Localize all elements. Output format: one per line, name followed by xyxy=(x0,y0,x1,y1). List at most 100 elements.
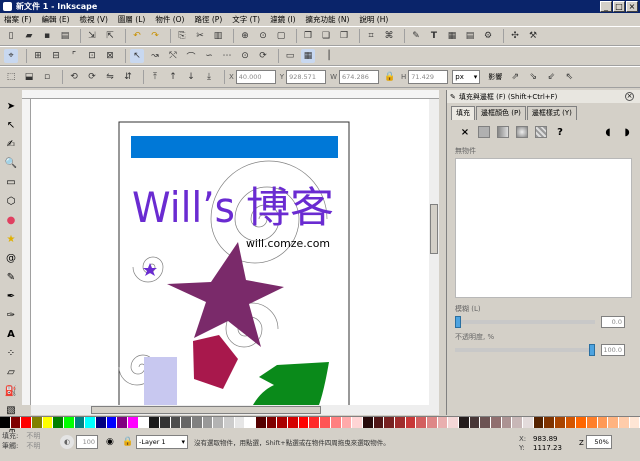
export-icon[interactable]: ⇱ xyxy=(103,29,117,43)
palette-swatch[interactable] xyxy=(533,417,545,428)
pencil-icon[interactable]: ✎ xyxy=(3,269,19,285)
snap-bbox-midpoint-icon[interactable]: ⊡ xyxy=(85,49,99,63)
transform-gradients-icon[interactable]: ⇙ xyxy=(544,70,558,84)
palette-swatch[interactable] xyxy=(576,417,587,428)
lower-icon[interactable]: ↓ xyxy=(184,70,198,84)
maximize-button[interactable]: □ xyxy=(613,1,625,12)
ellipse-icon[interactable]: ● xyxy=(3,212,19,228)
palette-swatch[interactable] xyxy=(416,417,427,428)
unset-paint-icon[interactable]: ? xyxy=(554,126,566,138)
blur-slider-knob[interactable] xyxy=(455,316,461,328)
palette-swatch[interactable] xyxy=(32,417,43,428)
zoom-field[interactable]: 50% xyxy=(585,435,612,449)
stroke-value[interactable]: 不明 xyxy=(26,441,40,451)
palette-swatch[interactable] xyxy=(629,417,640,428)
palette-swatch[interactable] xyxy=(234,417,246,428)
save-icon[interactable]: ▪ xyxy=(40,29,54,43)
eraser-icon[interactable]: ▱ xyxy=(3,364,19,380)
snap-bbox-icon[interactable]: ⊞ xyxy=(31,49,45,63)
snap-smooth-icon[interactable]: ∽ xyxy=(202,49,216,63)
star-icon[interactable]: ★ xyxy=(3,231,19,247)
palette-swatch[interactable] xyxy=(0,417,11,428)
palette-swatch[interactable] xyxy=(256,417,267,428)
palette-swatch[interactable] xyxy=(213,417,225,428)
palette-swatch[interactable] xyxy=(448,417,459,428)
opacity-slider[interactable] xyxy=(455,344,595,356)
menu-filters[interactable]: 濾鏡 (I) xyxy=(270,14,295,25)
palette-swatch[interactable] xyxy=(288,417,299,428)
rotate-cw-icon[interactable]: ⟳ xyxy=(85,70,99,84)
menu-path[interactable]: 路徑 (P) xyxy=(194,14,222,25)
palette-swatch[interactable] xyxy=(10,417,22,428)
x-field[interactable]: 40.000 xyxy=(235,70,276,84)
snap-intersection-icon[interactable]: ⤲ xyxy=(166,49,180,63)
palette-swatch[interactable] xyxy=(128,417,139,428)
selector-icon[interactable]: ➤ xyxy=(3,98,19,114)
flat-color-icon[interactable] xyxy=(478,126,490,138)
no-paint-icon[interactable]: × xyxy=(459,126,471,138)
rotate-ccw-icon[interactable]: ⟲ xyxy=(67,70,81,84)
zoom-drawing-icon[interactable]: ⊙ xyxy=(256,29,270,43)
status-opacity-field[interactable]: 100 xyxy=(76,435,98,449)
snap-midpoint-icon[interactable]: ⋯ xyxy=(220,49,234,63)
preferences-icon[interactable]: ⚙ xyxy=(481,29,495,43)
palette-swatch[interactable] xyxy=(74,417,86,428)
scale-stroke-icon[interactable]: ⇗ xyxy=(508,70,522,84)
menu-file[interactable]: 檔案 (F) xyxy=(4,14,32,25)
tab-fill[interactable]: 填充 xyxy=(451,106,475,120)
palette-swatch[interactable] xyxy=(544,417,555,428)
blur-value[interactable]: 0.0 xyxy=(601,316,625,328)
layer-select[interactable]: -Layer 1 xyxy=(136,435,188,449)
snap-grid-icon[interactable]: ▦ xyxy=(301,49,315,63)
palette-swatch[interactable] xyxy=(512,417,523,428)
snap-page-icon[interactable]: ▭ xyxy=(283,49,297,63)
bucket-icon[interactable]: ⛽ xyxy=(3,383,19,399)
opacity-value[interactable]: 100.0 xyxy=(601,344,625,356)
document-properties-icon[interactable]: ✣ xyxy=(508,29,522,43)
palette-swatch[interactable] xyxy=(309,417,321,428)
tab-stroke-style[interactable]: 邊框樣式 (Y) xyxy=(526,106,577,120)
menu-view[interactable]: 檢視 (V) xyxy=(80,14,108,25)
flip-vertical-icon[interactable]: ⇵ xyxy=(121,70,135,84)
palette-swatch[interactable] xyxy=(458,417,470,428)
snap-bbox-corner-icon[interactable]: ⌜ xyxy=(67,49,81,63)
palette-swatch[interactable] xyxy=(426,417,438,428)
palette-swatch[interactable] xyxy=(298,417,310,428)
palette-swatch[interactable] xyxy=(394,417,406,428)
raise-top-icon[interactable]: ⤒ xyxy=(148,70,162,84)
snap-guide-icon[interactable]: ▕ xyxy=(319,49,333,63)
palette-swatch[interactable] xyxy=(149,417,161,428)
tweak-icon[interactable]: ✍ xyxy=(3,136,19,152)
vertical-scrollbar[interactable] xyxy=(429,99,439,405)
palette-swatch[interactable] xyxy=(586,417,598,428)
palette-swatch[interactable] xyxy=(117,417,129,428)
palette-swatch[interactable] xyxy=(42,417,54,428)
snap-path-icon[interactable]: ↝ xyxy=(148,49,162,63)
width-field[interactable]: 674.286 xyxy=(339,70,379,84)
palette-swatch[interactable] xyxy=(608,417,619,428)
horizontal-scrollbar[interactable] xyxy=(31,405,439,415)
rect-icon[interactable]: ▭ xyxy=(3,174,19,190)
horizontal-scroll-thumb[interactable] xyxy=(91,406,321,414)
palette-swatch[interactable] xyxy=(522,417,534,428)
zoom-icon[interactable]: 🔍 xyxy=(3,155,19,171)
nonzero-fill-icon[interactable]: ◗ xyxy=(621,126,633,138)
deselect-icon[interactable]: ▫ xyxy=(40,70,54,84)
pattern-icon[interactable] xyxy=(535,126,547,138)
palette-swatch[interactable] xyxy=(618,417,630,428)
height-field[interactable]: 71.429 xyxy=(408,70,449,84)
blur-slider[interactable] xyxy=(455,316,595,328)
ungroup-icon[interactable]: ⌘ xyxy=(382,29,396,43)
print-icon[interactable]: ▤ xyxy=(58,29,72,43)
snap-rotation-icon[interactable]: ⟳ xyxy=(256,49,270,63)
palette-swatch[interactable] xyxy=(490,417,502,428)
raise-icon[interactable]: ↑ xyxy=(166,70,180,84)
text-font-icon[interactable]: T xyxy=(427,29,441,43)
select-all-icon[interactable]: ⬚ xyxy=(4,70,18,84)
layer-lock-icon[interactable]: 🔒 xyxy=(122,437,133,447)
duplicate-icon[interactable]: ❐ xyxy=(301,29,315,43)
palette-swatch[interactable] xyxy=(373,417,385,428)
horizontal-ruler[interactable] xyxy=(22,90,439,99)
unlink-clone-icon[interactable]: ❒ xyxy=(337,29,351,43)
palette-swatch[interactable] xyxy=(320,417,331,428)
